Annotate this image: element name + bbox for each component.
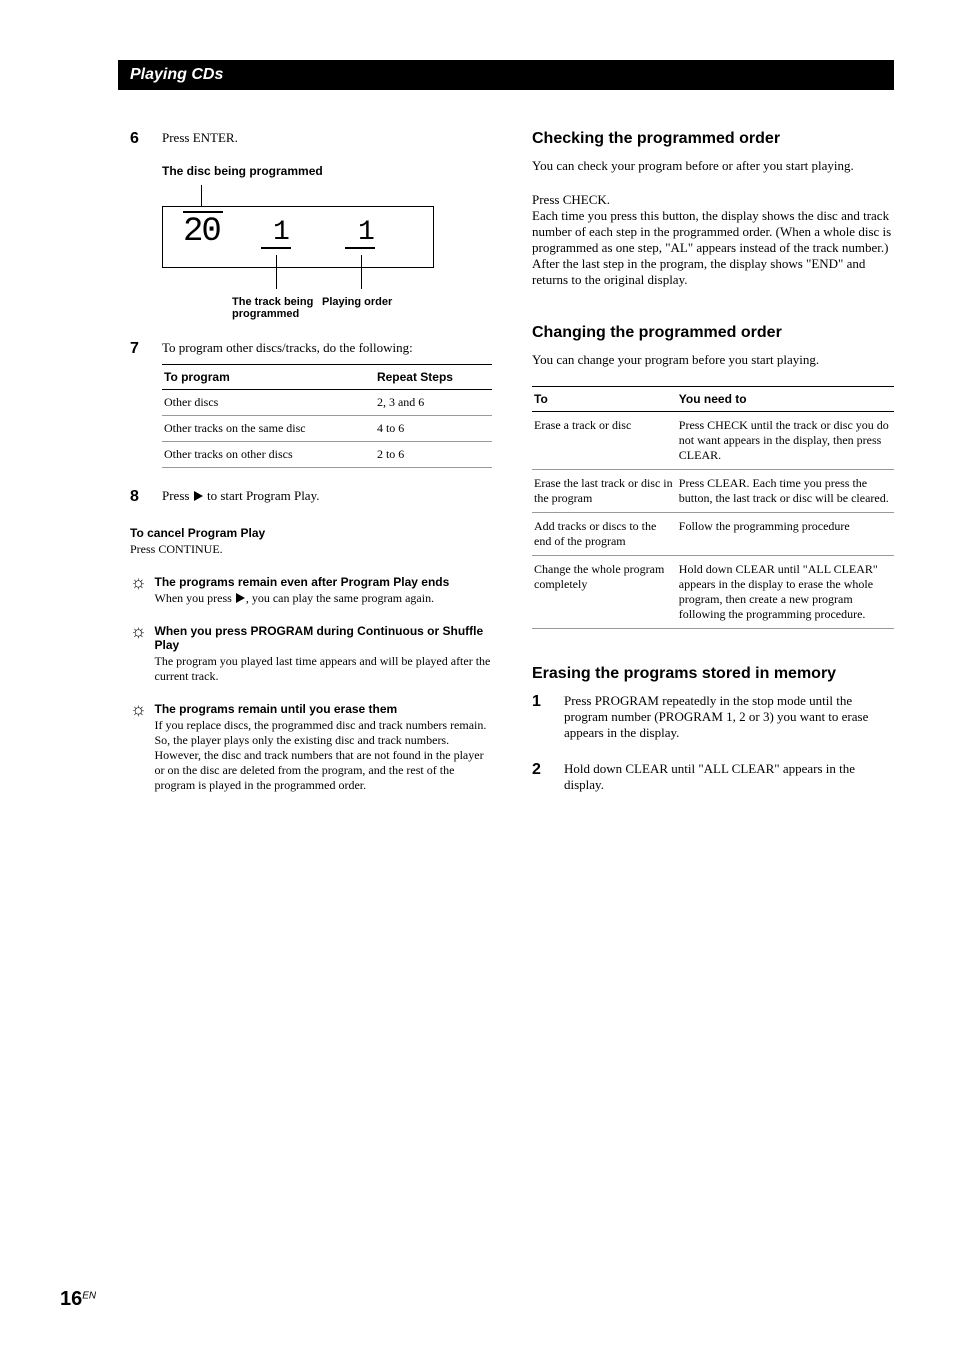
lcd-track-number: 1 <box>273 217 290 248</box>
tip1-post: , you can play the same program again. <box>246 591 434 605</box>
tip-icon: ☼ <box>130 700 147 793</box>
play-icon <box>194 491 203 501</box>
tip3-title: The programs remain until you erase them <box>155 702 493 716</box>
page-number: 16EN <box>60 1288 96 1311</box>
erase-step2-text: Hold down CLEAR until "ALL CLEAR" appear… <box>564 761 894 793</box>
cancel-text: Press CONTINUE. <box>130 542 492 557</box>
lcd-playing-order: 1 <box>358 217 375 248</box>
step-8-pre: Press <box>162 488 193 503</box>
tip3-text: If you replace discs, the programmed dis… <box>155 718 493 793</box>
erase-step1-text: Press PROGRAM repeatedly in the stop mod… <box>564 693 894 741</box>
tip2-title: When you press PROGRAM during Continuous… <box>155 624 493 652</box>
lcd-display: 20 1 1 <box>162 206 434 268</box>
tip-icon: ☼ <box>130 622 147 684</box>
erase-step1-num: 1 <box>532 693 546 741</box>
diagram-top-label: The disc being programmed <box>162 164 492 178</box>
cancel-title: To cancel Program Play <box>130 526 492 540</box>
step-7-text: To program other discs/tracks, do the fo… <box>162 340 492 356</box>
diagram-order-label: Playing order <box>322 296 392 320</box>
table-row: Erase a track or discPress CHECK until t… <box>532 412 894 470</box>
step-7-number: 7 <box>130 340 144 468</box>
step-6-number: 6 <box>130 130 144 320</box>
table-row: Other tracks on the same disc4 to 6 <box>162 416 492 442</box>
change-table: To You need to Erase a track or discPres… <box>532 386 894 629</box>
step-8-number: 8 <box>130 488 144 506</box>
step-8-post: to start Program Play. <box>204 488 320 503</box>
tip-icon: ☼ <box>130 573 147 606</box>
diagram-track-label: The track being programmed <box>232 296 322 320</box>
table-header: To program <box>162 365 375 390</box>
tip2-text: The program you played last time appears… <box>155 654 493 684</box>
change-order-p1: You can change your program before you s… <box>532 352 894 368</box>
check-order-title: Checking the programmed order <box>532 130 894 148</box>
table-row: Other tracks on other discs2 to 6 <box>162 442 492 468</box>
table-row: Other discs2, 3 and 6 <box>162 390 492 416</box>
check-order-p1: You can check your program before or aft… <box>532 158 894 174</box>
table-row: Add tracks or discs to the end of the pr… <box>532 513 894 556</box>
check-order-p3: Each time you press this button, the dis… <box>532 208 894 288</box>
program-table: To program Repeat Steps Other discs2, 3 … <box>162 364 492 468</box>
play-icon <box>236 593 245 603</box>
erase-step2-num: 2 <box>532 761 546 793</box>
table-header: You need to <box>677 387 894 412</box>
section-header: Playing CDs <box>118 60 894 90</box>
page-num-small: EN <box>82 1291 96 1302</box>
step-6-text: Press ENTER. <box>162 130 492 146</box>
table-row: Change the whole program completelyHold … <box>532 556 894 629</box>
table-header: Repeat Steps <box>375 365 492 390</box>
page-num-big: 16 <box>60 1288 82 1310</box>
erase-title: Erasing the programs stored in memory <box>532 665 894 683</box>
tip1-title: The programs remain even after Program P… <box>155 575 450 589</box>
check-order-p2: Press CHECK. <box>532 192 894 208</box>
lcd-disc-number: 20 <box>183 213 220 251</box>
tip1-pre: When you press <box>155 591 235 605</box>
change-order-title: Changing the programmed order <box>532 324 894 342</box>
table-row: Erase the last track or disc in the prog… <box>532 470 894 513</box>
table-header: To <box>532 387 677 412</box>
